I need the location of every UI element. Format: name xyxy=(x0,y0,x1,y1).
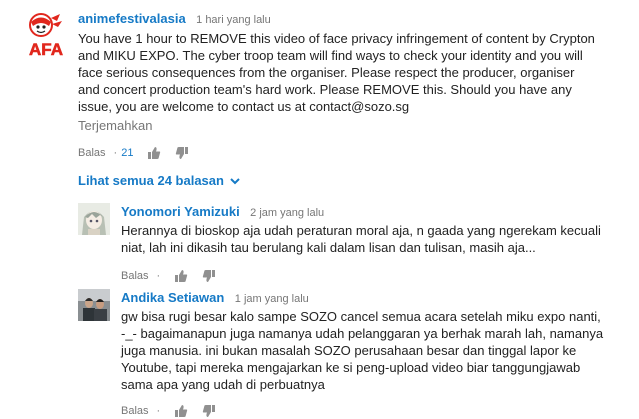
reply-line: Herannya di bioskop aja udah peraturan m… xyxy=(121,223,601,238)
afa-logo-icon: AFA xyxy=(22,13,70,59)
comment-text: You have 1 hour to REMOVE this video of … xyxy=(78,30,628,115)
view-replies-label: Lihat semua 24 balasan xyxy=(78,173,224,188)
comment-actions: Balas · 21 xyxy=(78,145,628,161)
reply-avatar-andika[interactable] xyxy=(78,289,110,321)
view-all-replies-button[interactable]: Lihat semua 24 balasan xyxy=(78,173,240,188)
reply-author[interactable]: Andika Setiawan xyxy=(121,290,224,305)
reply-comment: Andika Setiawan 1 jam yang lalu gw bisa … xyxy=(121,289,631,419)
thumbs-up-icon[interactable] xyxy=(174,404,188,418)
reply-actions: Balas · xyxy=(121,403,631,419)
thumbs-down-icon[interactable] xyxy=(202,404,216,418)
comment-timestamp[interactable]: 1 hari yang lalu xyxy=(196,14,271,26)
comment-line: face serious consequences from the organ… xyxy=(78,65,575,80)
comment-line: issue, you are welcome to contact us at … xyxy=(78,99,410,114)
reply-text: Herannya di bioskop aja udah peraturan m… xyxy=(121,222,631,256)
comment-line: and MIKU EXPO. The cyber troop team will… xyxy=(78,48,583,63)
reply-text: gw bisa rugi besar kalo sampe SOZO cance… xyxy=(121,308,631,393)
main-comment: animefestivalasia 1 hari yang lalu You h… xyxy=(78,10,628,161)
reply-comment: Yonomori Yamizuki 2 jam yang lalu Herann… xyxy=(121,203,631,284)
comment-author[interactable]: animefestivalasia xyxy=(78,11,186,26)
reply-button[interactable]: Balas xyxy=(121,270,149,282)
reply-line: niat, lah ini dikasih tau berulang kali … xyxy=(121,240,536,255)
reply-avatar-yonomori[interactable] xyxy=(78,203,110,235)
thumbs-down-icon[interactable] xyxy=(202,269,216,283)
reply-actions: Balas · xyxy=(121,268,631,284)
reply-timestamp[interactable]: 1 jam yang lalu xyxy=(235,293,309,305)
reply-timestamp[interactable]: 2 jam yang lalu xyxy=(250,207,324,219)
reply-line: gw bisa rugi besar kalo sampe SOZO cance… xyxy=(121,309,601,324)
comment-line: You have 1 hour to REMOVE this video of … xyxy=(78,31,595,46)
comment-line: and concert production team's hard work.… xyxy=(78,82,572,97)
like-count: 21 xyxy=(121,147,134,159)
reply-line: sama apa yang udah di perbuatnya xyxy=(121,377,325,392)
thumbs-up-icon[interactable] xyxy=(147,146,161,160)
reply-line: juga manusia. ini bukan masalah SOZO per… xyxy=(121,343,577,358)
reply-button[interactable]: Balas xyxy=(121,405,149,417)
chevron-down-icon xyxy=(230,173,240,188)
afa-logo-avatar[interactable]: AFA xyxy=(22,12,70,60)
reply-author[interactable]: Yonomori Yamizuki xyxy=(121,204,240,219)
reply-button[interactable]: Balas xyxy=(78,147,106,159)
reply-line: -_- bagaimanapun juga namanya udah pelan… xyxy=(121,326,604,341)
afa-logo-text: AFA xyxy=(29,40,63,59)
reply-line: Youtube, tapi mereka mengajarkan ke si p… xyxy=(121,360,581,375)
thumbs-up-icon[interactable] xyxy=(174,269,188,283)
translate-link[interactable]: Terjemahkan xyxy=(78,118,152,133)
thumbs-down-icon[interactable] xyxy=(175,146,189,160)
